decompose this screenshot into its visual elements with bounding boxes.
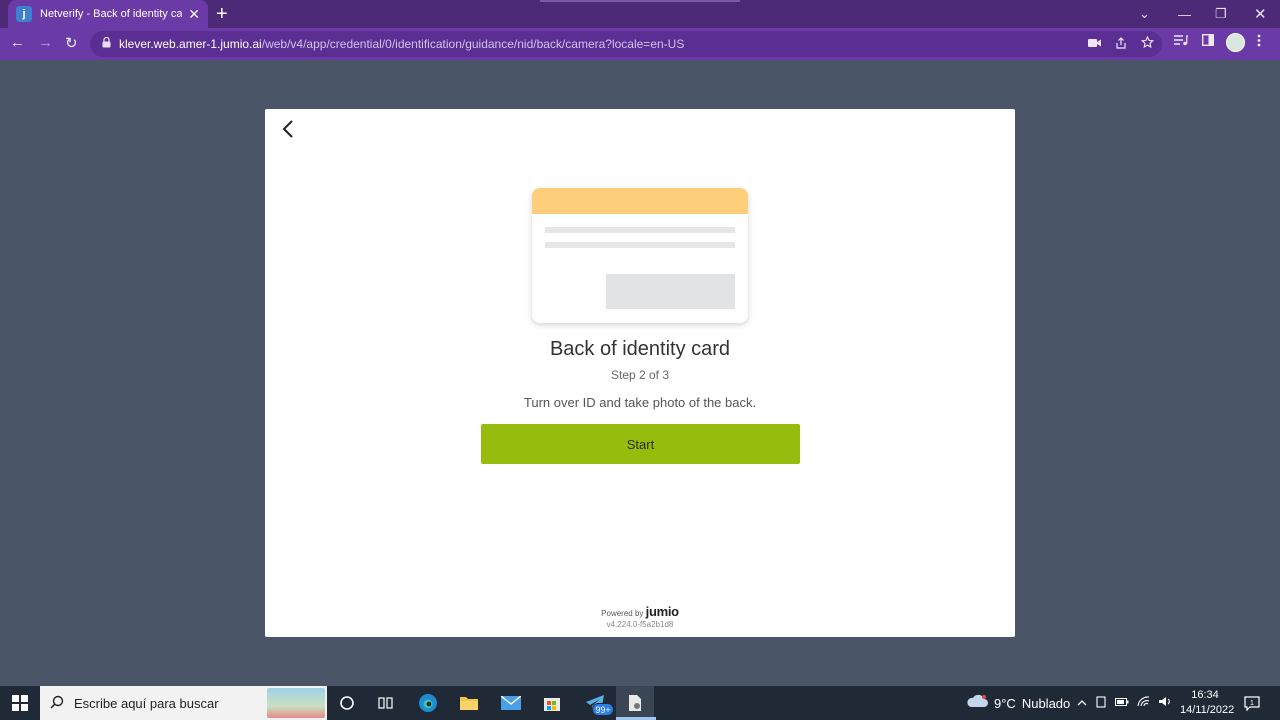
clock-date: 14/11/2022 [1180,704,1235,716]
share-icon[interactable] [1115,36,1127,52]
wifi-icon[interactable] [1137,696,1150,710]
file-explorer-icon[interactable] [450,686,488,720]
mail-icon[interactable] [492,686,530,720]
notification-count: 1 [1250,700,1254,707]
browser-toolbar: ← → ↻ klever.web.amer-1.jumio.ai/web/v4/… [0,28,1280,60]
back-nav-button[interactable]: ← [10,34,25,51]
camera-icon[interactable] [1088,37,1101,51]
search-highlight-image [267,688,325,718]
device-icon[interactable] [1095,695,1107,711]
taskbar-search-box[interactable]: Escribe aquí para buscar [40,686,327,720]
back-chevron-icon[interactable] [277,117,301,141]
tab-search-icon[interactable]: ⌄ [1139,0,1150,28]
weather-condition: Nublado [1021,695,1071,711]
powered-by-label: Powered by [601,609,644,618]
weather-temp: 9°C [994,695,1016,711]
step-indicator: Step 2 of 3 [610,368,670,382]
search-placeholder: Escribe aquí para buscar [74,695,219,711]
clock-time: 16:34 [1191,689,1219,701]
url-host: klever.web.amer-1.jumio.ai [119,37,262,51]
minimize-button[interactable]: — [1178,0,1191,28]
side-panel-icon[interactable] [1201,33,1215,49]
avatar[interactable] [1226,33,1245,52]
edge-browser-icon[interactable] [409,686,447,720]
search-icon [50,695,64,712]
chevron-up-icon[interactable] [1077,697,1087,709]
new-tab-button[interactable]: + [216,3,228,25]
media-icon[interactable] [1174,34,1188,49]
id-card-barcode-area [606,274,735,309]
volume-icon[interactable] [1158,696,1171,710]
weather-widget[interactable]: 9°C Nublado [966,686,1070,720]
notification-center-icon[interactable]: 1 [1244,686,1260,720]
cloud-icon [966,694,988,712]
forward-nav-button[interactable]: → [38,34,53,51]
task-view-icon[interactable] [367,686,405,720]
star-icon[interactable] [1140,35,1155,52]
instruction-text: Turn over ID and take photo of the back. [523,395,757,410]
address-bar[interactable]: klever.web.amer-1.jumio.ai/web/v4/app/cr… [90,31,1162,57]
microsoft-store-icon[interactable] [533,686,571,720]
tab-close-icon[interactable]: ✕ [188,6,200,23]
cortana-icon[interactable] [328,686,366,720]
reload-button[interactable]: ↻ [65,34,78,52]
unread-badge: 99+ [592,703,614,716]
version-label: v4.224.0-f5a2b1d8 [606,620,674,629]
active-app-icon[interactable] [616,686,654,720]
menu-icon[interactable] [1257,34,1261,50]
taskbar-clock[interactable]: 16:34 14/11/2022 [1180,688,1235,718]
tab-strip-highlight [540,0,740,2]
system-tray [1077,686,1171,720]
powered-by: Powered by jumio [265,604,1015,619]
id-card-line [545,227,735,233]
url-path: /web/v4/app/credential/0/identification/… [261,37,685,51]
jumio-favicon-icon: j [16,6,32,22]
id-card-back-illustration [532,188,748,323]
restore-button[interactable]: ❐ [1215,0,1227,28]
jumio-logo: jumio [645,604,679,619]
verification-card: Back of identity card Step 2 of 3 Turn o… [265,109,1015,637]
id-card-header-band [532,188,748,214]
start-button[interactable]: Start [481,424,800,464]
close-window-button[interactable]: ✕ [1254,0,1267,28]
windows-taskbar: Escribe aquí para buscar 9°C Nublado 16:… [0,686,1280,720]
id-card-line [545,242,735,248]
battery-icon[interactable] [1115,697,1129,709]
tab-title: Netverify - Back of identity card [40,8,183,20]
lock-icon[interactable] [102,36,111,51]
page-title: Back of identity card [549,338,731,360]
address-bar-actions [1088,31,1155,57]
browser-tab-active[interactable]: j Netverify - Back of identity card ✕ [8,0,208,28]
browser-tab-bar: j Netverify - Back of identity card ✕ + … [0,0,1280,28]
windows-start-icon[interactable] [12,695,28,711]
